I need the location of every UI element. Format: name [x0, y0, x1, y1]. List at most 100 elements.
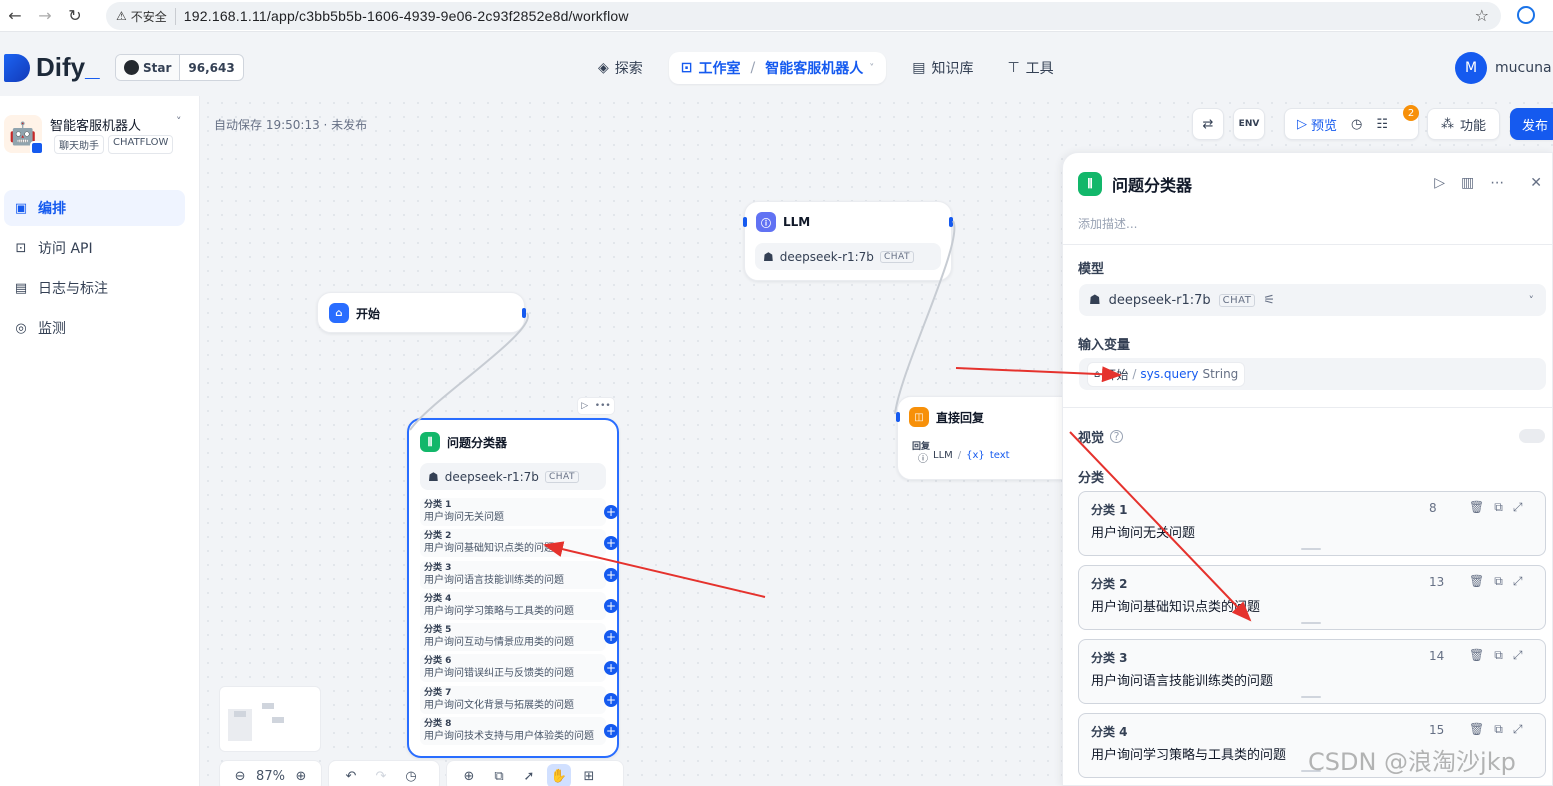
- model-params-icon[interactable]: ⚟: [1263, 293, 1275, 308]
- pointer-icon[interactable]: ➚: [517, 764, 541, 786]
- copy-icon[interactable]: ⧉: [1494, 500, 1503, 515]
- llm-input-handle[interactable]: [743, 217, 747, 227]
- answer-node[interactable]: ◫ 直接回复 回复 ⓘ LLM / {x} text: [896, 396, 1077, 480]
- class-card[interactable]: 分类 1 用户询问无关问题 8 🗑 ⧉ ⤢: [1078, 491, 1546, 556]
- app-name: 智能客服机器人: [50, 119, 142, 134]
- delete-icon[interactable]: 🗑: [1469, 574, 1484, 589]
- resize-handle[interactable]: [1301, 548, 1321, 550]
- copy-icon[interactable]: ⧉: [1494, 574, 1503, 589]
- class-item: 分类 2 用户询问基础知识点类的问题 +: [420, 529, 618, 558]
- model-select[interactable]: ☗ deepseek-r1:7b CHAT ⚟ ˅: [1079, 284, 1546, 316]
- redo-icon[interactable]: ↷: [369, 764, 393, 786]
- zoom-level[interactable]: 87%: [256, 769, 285, 784]
- class-item: 分类 5 用户询问互动与情景应用类的问题 +: [420, 623, 618, 652]
- copy-icon[interactable]: ⧉: [1494, 722, 1503, 737]
- vision-label: 视觉: [1078, 431, 1105, 446]
- panel-title[interactable]: 问题分类器: [1112, 172, 1192, 196]
- hand-icon[interactable]: ✋: [547, 764, 571, 786]
- preview-button[interactable]: ▷ 预览: [1297, 115, 1337, 134]
- delete-icon[interactable]: 🗑: [1469, 648, 1484, 663]
- add-branch-icon[interactable]: +: [604, 598, 618, 613]
- history-icon[interactable]: ◷: [399, 764, 423, 786]
- add-branch-icon[interactable]: +: [604, 630, 618, 645]
- insecure-indicator[interactable]: ⚠ 不安全: [116, 7, 176, 25]
- expand-icon[interactable]: ⤢: [1513, 722, 1523, 737]
- add-note-icon[interactable]: ⧉: [487, 764, 511, 786]
- start-node[interactable]: ⌂ 开始: [317, 292, 526, 333]
- add-branch-icon[interactable]: +: [604, 536, 618, 551]
- chevron-down-icon[interactable]: ˅: [176, 115, 182, 128]
- run-node-icon[interactable]: ▷: [1434, 175, 1445, 191]
- delete-icon[interactable]: 🗑: [1469, 722, 1484, 737]
- copy-icon[interactable]: ⧉: [1494, 648, 1503, 663]
- env-button[interactable]: ENV: [1233, 108, 1265, 140]
- answer-input-handle[interactable]: [896, 412, 900, 422]
- add-branch-icon[interactable]: +: [604, 692, 618, 707]
- publish-button[interactable]: 发布: [1510, 108, 1553, 140]
- zoom-out-icon[interactable]: ⊖: [230, 764, 250, 786]
- llm-node[interactable]: ⓘ LLM ☗ deepseek-r1:7b CHAT: [743, 201, 953, 281]
- app-type-tag: CHATFLOW: [108, 135, 174, 154]
- sidebar-item-logs[interactable]: ▤ 日志与标注: [4, 270, 185, 306]
- llm-output-handle[interactable]: [949, 217, 953, 227]
- undo-icon[interactable]: ↶: [339, 764, 363, 786]
- chevron-down-icon: ˅: [1528, 293, 1535, 307]
- layout-icon[interactable]: ⊞: [577, 764, 601, 786]
- back-icon[interactable]: ←: [0, 1, 30, 31]
- app-info[interactable]: 🤖 智能客服机器人 ˅ 聊天助手 CHATFLOW: [4, 111, 194, 156]
- reload-icon[interactable]: ↻: [60, 1, 90, 31]
- nav-tools[interactable]: ⊤ 工具: [999, 52, 1061, 84]
- class-label: 分类: [1078, 471, 1105, 486]
- input-var-select[interactable]: ⌂ 开始 / sys.query String: [1079, 358, 1546, 390]
- expand-icon[interactable]: ⤢: [1513, 500, 1523, 515]
- more-icon[interactable]: ⋯: [1490, 175, 1504, 191]
- nav-knowledge[interactable]: ▤ 知识库: [904, 52, 981, 84]
- class-card[interactable]: 分类 3 用户询问语言技能训练类的问题 14 🗑 ⧉ ⤢: [1078, 639, 1546, 704]
- classifier-icon: ⫼: [420, 432, 440, 452]
- add-branch-icon[interactable]: +: [604, 661, 618, 676]
- add-branch-icon[interactable]: +: [604, 505, 618, 519]
- play-icon[interactable]: ▷: [581, 401, 588, 411]
- minimap[interactable]: [219, 686, 321, 752]
- feature-button[interactable]: ⁂ 功能: [1427, 108, 1500, 140]
- help-doc-icon[interactable]: ▥: [1461, 175, 1474, 191]
- run-history-icon[interactable]: ◷: [1351, 117, 1362, 132]
- zoom-in-icon[interactable]: ⊕: [291, 764, 311, 786]
- autosave-status: 自动保存 19:50:13 · 未发布: [214, 118, 368, 132]
- class-card[interactable]: 分类 2 用户询问基础知识点类的问题 13 🗑 ⧉ ⤢: [1078, 565, 1546, 630]
- nav-explore[interactable]: ◈ 探索: [590, 52, 651, 84]
- start-output-handle[interactable]: [522, 308, 526, 318]
- resize-handle[interactable]: [1301, 696, 1321, 698]
- close-icon[interactable]: ✕: [1530, 175, 1542, 191]
- help-icon[interactable]: ?: [1110, 430, 1124, 443]
- resize-handle[interactable]: [1301, 622, 1321, 624]
- classifier-node[interactable]: ⫼ 问题分类器 ☗ deepseek-r1:7b CHAT 分类 1 用户询问无关…: [407, 418, 619, 758]
- forward-icon[interactable]: →: [30, 1, 60, 31]
- vision-toggle[interactable]: [1519, 429, 1545, 443]
- current-app-name[interactable]: 智能客服机器人: [765, 58, 863, 78]
- dify-logo[interactable]: Dify_: [4, 52, 100, 83]
- sidebar-item-orchestrate[interactable]: ▣ 编排: [4, 190, 185, 226]
- add-branch-icon[interactable]: +: [604, 567, 618, 582]
- delete-icon[interactable]: 🗑: [1469, 500, 1484, 515]
- more-icon[interactable]: •••: [595, 401, 611, 411]
- address-bar[interactable]: ⚠ 不安全 192.168.1.11/app/c3bb5b5b-1606-4939…: [106, 2, 1501, 30]
- llm-model-pill: ☗ deepseek-r1:7b CHAT: [755, 243, 941, 270]
- expand-icon[interactable]: ⤢: [1513, 648, 1523, 663]
- github-star-button[interactable]: Star 96,643: [115, 54, 244, 81]
- browser-profile-icon[interactable]: [1517, 6, 1535, 24]
- expand-icon[interactable]: ⤢: [1513, 574, 1523, 589]
- checklist-icon[interactable]: ☷: [1376, 117, 1388, 132]
- user-menu[interactable]: M mucuna: [1455, 52, 1552, 84]
- terminal-icon: ⊡: [15, 240, 27, 256]
- description-input[interactable]: 添加描述...: [1078, 215, 1137, 232]
- bookmark-star-icon[interactable]: ☆: [1475, 6, 1489, 25]
- classifier-model-pill: ☗ deepseek-r1:7b CHAT: [420, 463, 606, 490]
- sidebar-item-api[interactable]: ⊡ 访问 API: [4, 230, 185, 266]
- nav-studio[interactable]: ⊡ 工作室 / 智能客服机器人 ˅: [668, 52, 887, 84]
- add-node-icon[interactable]: ⊕: [457, 764, 481, 786]
- add-branch-icon[interactable]: +: [604, 724, 618, 739]
- notification-badge: 2: [1403, 105, 1419, 121]
- checklist-button[interactable]: ⇄: [1192, 108, 1224, 140]
- sidebar-item-monitor[interactable]: ◎ 监测: [4, 310, 185, 346]
